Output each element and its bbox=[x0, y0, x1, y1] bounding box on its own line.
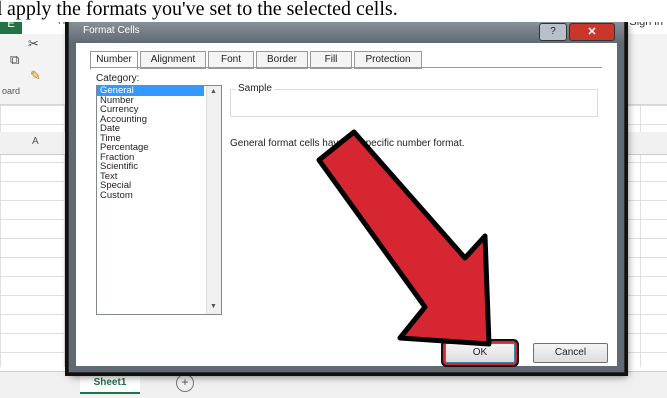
pointer-arrow-icon bbox=[316, 129, 492, 347]
article-caption: nd apply the formats you've set to the s… bbox=[0, 0, 667, 22]
